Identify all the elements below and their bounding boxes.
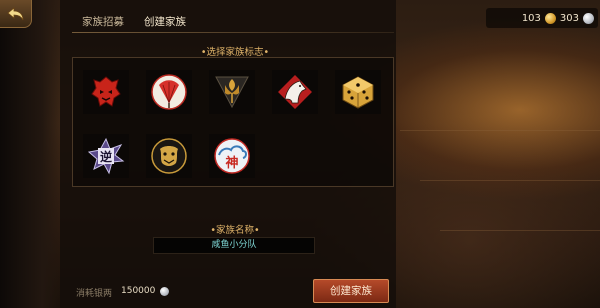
currency-bar: 103 303	[486, 8, 598, 28]
emblem-section-title: •选择家族标志•	[200, 47, 270, 58]
golden-dice-icon	[342, 76, 374, 109]
tab-family-recruit[interactable]: 家族招募	[72, 12, 134, 32]
silver-coin-icon	[160, 287, 169, 296]
gold-amount: 103	[521, 12, 541, 24]
ni-star-icon: 逆	[87, 137, 125, 175]
golden-dragon-icon	[151, 138, 187, 174]
cost-label: 消耗银两	[76, 289, 113, 299]
family-name-input[interactable]: 咸鱼小分队	[153, 237, 315, 254]
golden-lotus-icon	[215, 76, 249, 109]
left-rail	[0, 0, 60, 308]
create-family-button[interactable]: 创建家族	[313, 279, 389, 303]
silver-coin-icon	[583, 12, 594, 24]
name-section-title: •家族名称•	[210, 225, 260, 236]
white-horse-icon	[278, 75, 312, 109]
svg-text:逆: 逆	[100, 149, 112, 164]
red-demon-mask-icon	[91, 76, 121, 107]
tab-divider	[72, 32, 394, 33]
shen-cloud-icon: 神	[214, 138, 250, 174]
back-arrow-icon	[6, 6, 23, 20]
cost-value: 150000	[121, 286, 156, 296]
red-fan-icon	[151, 74, 187, 110]
gold-coin-icon	[544, 12, 556, 24]
emblem-red-fan[interactable]	[146, 70, 192, 114]
tab-create-family[interactable]: 创建家族	[134, 12, 196, 32]
emblem-shen-cloud[interactable]: 神	[209, 134, 255, 178]
silver-amount: 303	[559, 12, 579, 24]
emblem-golden-dragon[interactable]	[146, 134, 192, 178]
emblem-white-horse[interactable]	[272, 70, 318, 114]
emblem-golden-lotus[interactable]	[209, 70, 255, 114]
tab-bar: 家族招募 创建家族	[72, 12, 252, 32]
back-button[interactable]	[0, 0, 32, 28]
svg-text:神: 神	[225, 155, 238, 171]
emblem-ni-star[interactable]: 逆	[83, 134, 129, 178]
emblem-golden-dice[interactable]	[335, 70, 381, 114]
emblem-red-demon-mask[interactable]	[83, 70, 129, 114]
